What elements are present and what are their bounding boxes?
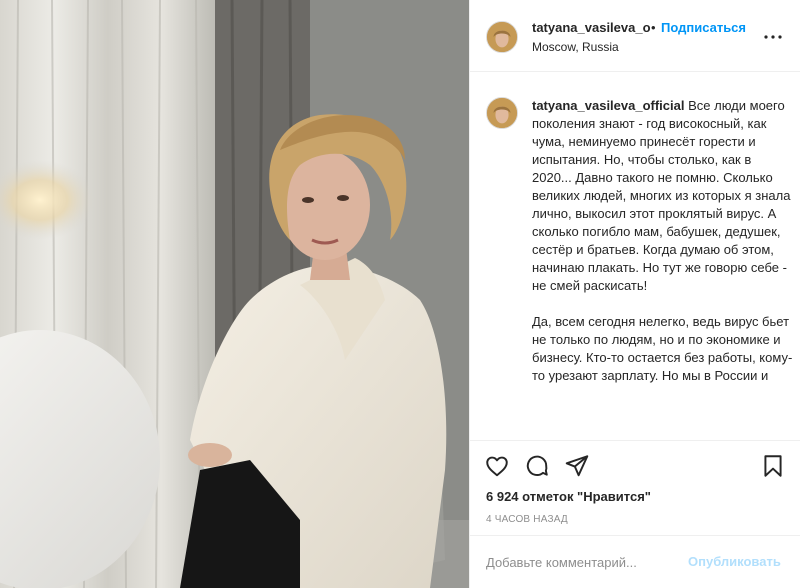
avatar-photo-icon: [487, 22, 517, 52]
comment-input[interactable]: [486, 552, 676, 572]
caption-paragraph-2: Да, всем сегодня нелегко, ведь вирус бье…: [532, 314, 793, 383]
caption-paragraph-1: Все люди моего поколения знают - год вис…: [532, 98, 791, 293]
post-photo[interactable]: [0, 0, 469, 588]
post-details-panel: tatyana_vasileva_official • Подписаться …: [469, 0, 800, 588]
comment-icon[interactable]: [524, 453, 550, 479]
caption-text: tatyana_vasileva_official Все люди моего…: [532, 97, 794, 385]
separator-dot: •: [651, 20, 656, 35]
heart-icon[interactable]: [484, 453, 510, 479]
more-options-icon[interactable]: [761, 25, 785, 49]
caption-area: tatyana_vasileva_official Все люди моего…: [470, 73, 800, 440]
avatar[interactable]: [486, 21, 518, 53]
likes-count[interactable]: 6 924 отметок "Нравится": [486, 489, 651, 504]
follow-button[interactable]: Подписаться: [661, 20, 746, 35]
caption-avatar[interactable]: [486, 97, 518, 129]
post-actions: 6 924 отметок "Нравится" 4 часов назад: [470, 440, 800, 544]
post-timestamp[interactable]: 4 часов назад: [486, 514, 568, 525]
bookmark-icon[interactable]: [760, 453, 786, 479]
location-link[interactable]: Moscow, Russia: [532, 40, 619, 54]
woman-portrait-photo: [0, 0, 469, 588]
post-header: tatyana_vasileva_official • Подписаться …: [470, 0, 800, 72]
header-username[interactable]: tatyana_vasileva_official: [532, 20, 650, 35]
avatar-photo-icon: [487, 98, 517, 128]
share-icon[interactable]: [564, 453, 590, 479]
comment-box: Опубликовать: [470, 535, 800, 588]
caption-username[interactable]: tatyana_vasileva_official: [532, 98, 684, 113]
publish-button[interactable]: Опубликовать: [688, 554, 781, 569]
